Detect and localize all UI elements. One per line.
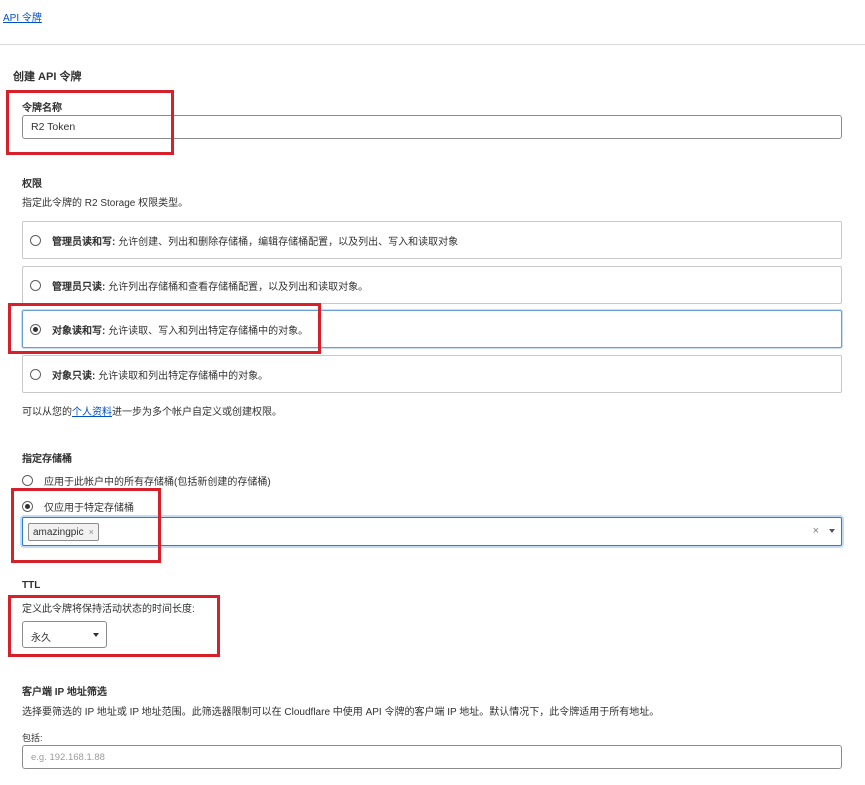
permission-option-text: 对象读和写: 允许读取、写入和列出特定存储桶中的对象。 — [52, 325, 309, 337]
permission-option-object-read-write[interactable]: 对象读和写: 允许读取、写入和列出特定存储桶中的对象。 — [22, 310, 842, 348]
radio-icon[interactable] — [22, 475, 33, 486]
ip-filter-description: 选择要筛选的 IP 地址或 IP 地址范围。此筛选器限制可以在 Cloudfla… — [22, 707, 660, 718]
bucket-option-label: 应用于此帐户中的所有存储桶(包括新创建的存储桶) — [44, 477, 271, 488]
breadcrumb-api-tokens-link[interactable]: API 令牌 — [3, 9, 42, 24]
clear-icon[interactable]: × — [813, 525, 819, 537]
radio-checked-icon[interactable] — [22, 501, 33, 512]
permissions-label: 权限 — [22, 179, 42, 190]
page-title: 创建 API 令牌 — [13, 71, 82, 83]
permission-option-admin-read-only[interactable]: 管理员只读: 允许列出存储桶和查看存储桶配置，以及列出和读取对象。 — [22, 266, 842, 304]
tag-remove-icon[interactable]: × — [89, 527, 94, 537]
permission-option-object-read-only[interactable]: 对象只读: 允许读取和列出特定存储桶中的对象。 — [22, 355, 842, 393]
radio-icon[interactable] — [30, 368, 41, 380]
bucket-multiselect[interactable]: amazingpic × × — [22, 517, 842, 546]
token-name-input[interactable] — [22, 115, 842, 139]
bucket-option-specific[interactable]: 仅应用于特定存储桶 — [22, 499, 134, 514]
ttl-select[interactable]: 永久 — [22, 621, 107, 648]
permission-option-text: 管理员读和写: 允许创建、列出和删除存储桶，编辑存储桶配置，以及列出、写入和读取… — [52, 236, 459, 248]
profile-link[interactable]: 个人资料 — [72, 407, 112, 418]
radio-icon[interactable] — [30, 279, 41, 291]
ttl-label: TTL — [22, 580, 41, 591]
ip-include-label: 包括: — [22, 733, 43, 743]
ttl-selected-value: 永久 — [31, 633, 51, 644]
bucket-tag: amazingpic × — [28, 523, 99, 541]
bucket-option-label: 仅应用于特定存储桶 — [44, 503, 134, 514]
radio-checked-icon[interactable] — [30, 323, 41, 335]
buckets-label: 指定存储桶 — [22, 454, 72, 465]
chevron-down-icon — [93, 633, 99, 637]
bucket-option-all[interactable]: 应用于此帐户中的所有存储桶(包括新创建的存储桶) — [22, 473, 271, 488]
permission-option-text: 对象只读: 允许读取和列出特定存储桶中的对象。 — [52, 370, 269, 382]
radio-icon[interactable] — [30, 234, 41, 246]
header-divider — [0, 44, 865, 45]
bucket-tag-label: amazingpic — [33, 526, 84, 538]
permissions-footnote: 可以从您的个人资料进一步为多个帐户自定义或创建权限。 — [22, 407, 282, 418]
permission-option-text: 管理员只读: 允许列出存储桶和查看存储桶配置，以及列出和读取对象。 — [52, 281, 369, 293]
ip-include-input[interactable] — [22, 745, 842, 769]
permissions-description: 指定此令牌的 R2 Storage 权限类型。 — [22, 198, 189, 209]
permission-option-admin-read-write[interactable]: 管理员读和写: 允许创建、列出和删除存储桶，编辑存储桶配置，以及列出、写入和读取… — [22, 221, 842, 259]
ip-filter-label: 客户端 IP 地址筛选 — [22, 687, 107, 698]
token-name-label: 令牌名称 — [22, 103, 62, 114]
chevron-down-icon[interactable] — [829, 529, 835, 533]
ttl-description: 定义此令牌将保持活动状态的时间长度: — [22, 604, 195, 615]
